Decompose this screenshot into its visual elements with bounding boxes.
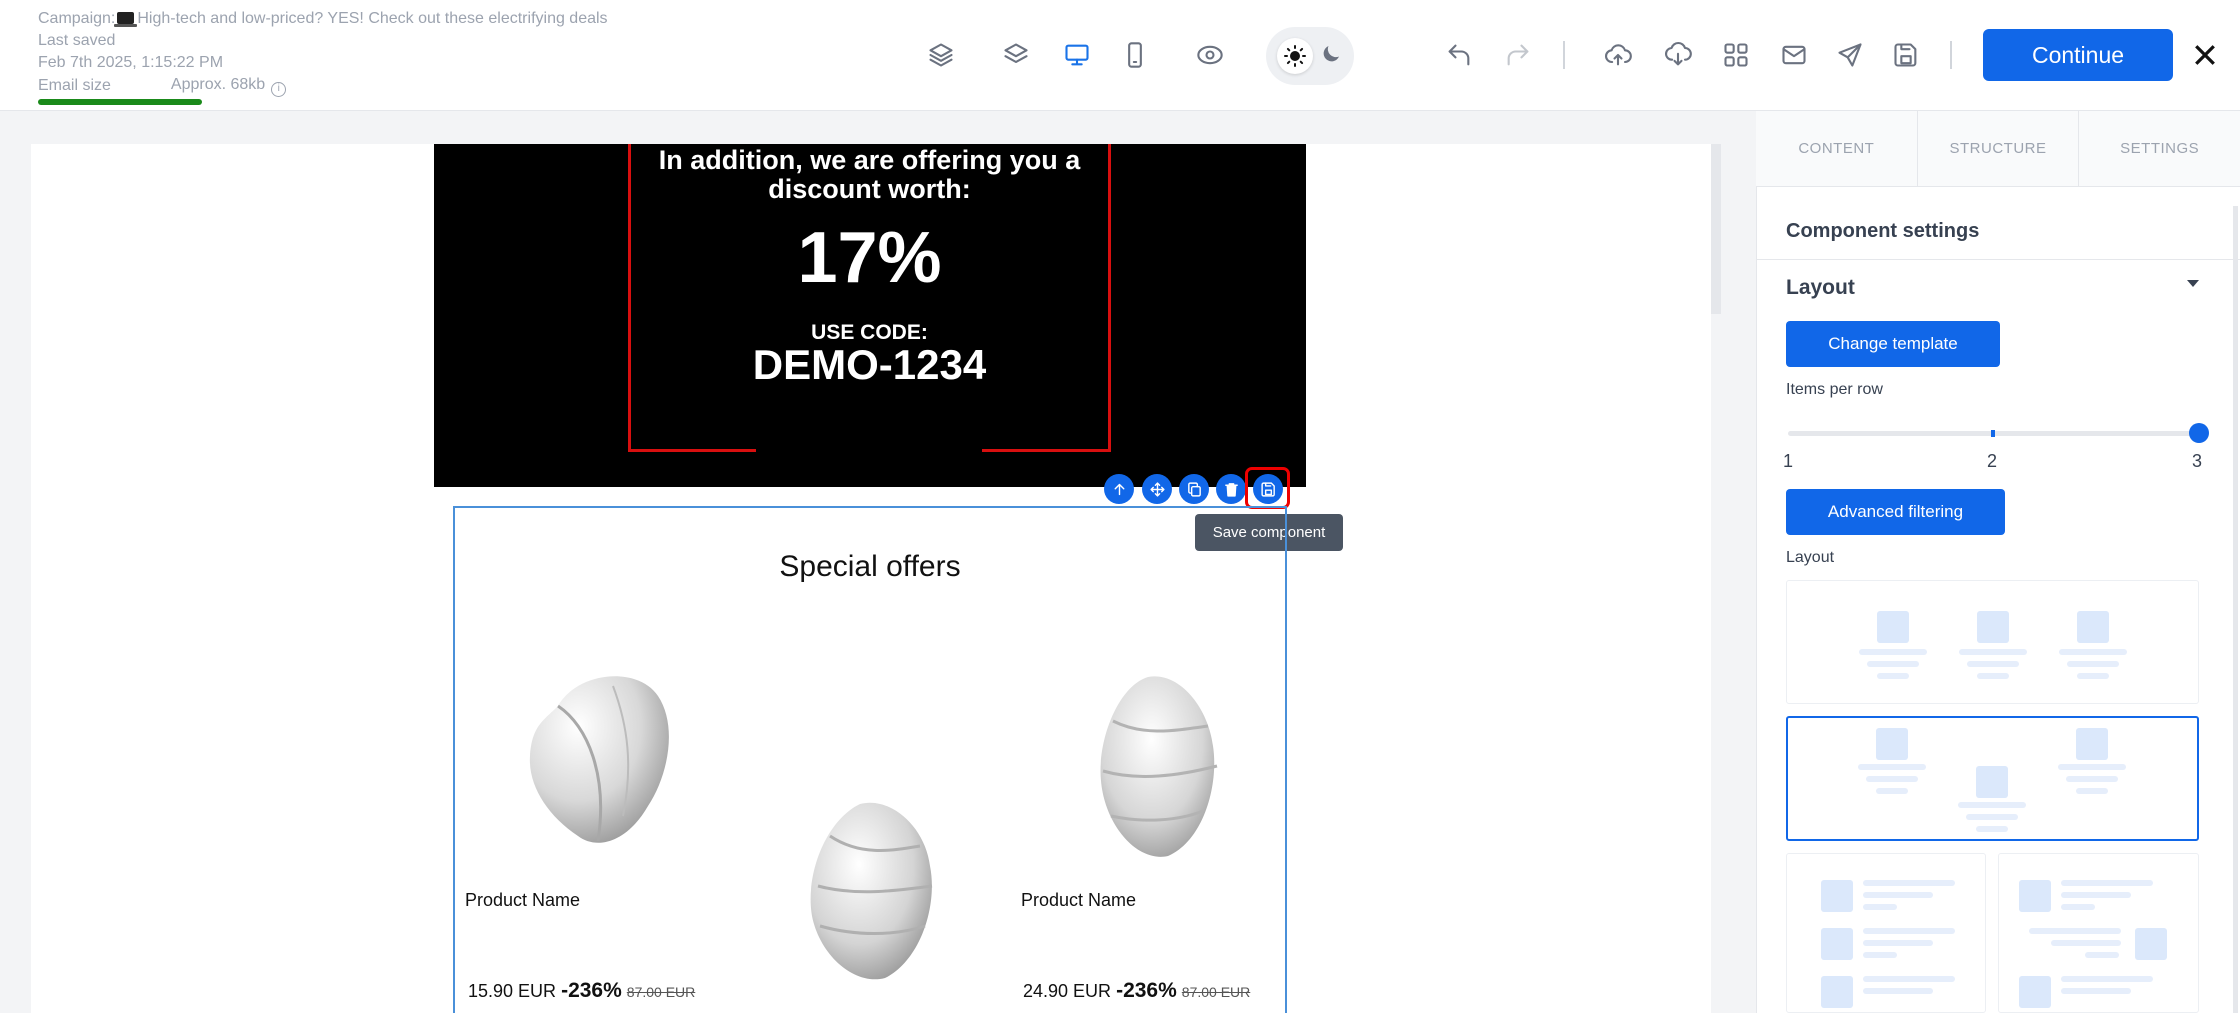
mail-icon[interactable]	[1776, 37, 1812, 73]
red-frame-gap	[756, 446, 982, 456]
grid-icon[interactable]	[1718, 37, 1754, 73]
email-size-value: Approx. 68kb	[170, 76, 266, 93]
panel-tabs: CONTENT STRUCTURE SETTINGS	[1756, 111, 2240, 187]
panel-divider	[1756, 259, 2240, 260]
slider-tick-label: 3	[2192, 451, 2203, 471]
info-icon[interactable]: i	[271, 82, 287, 97]
discount-percent: 17%	[797, 218, 942, 298]
toolbar-divider	[1563, 41, 1565, 69]
download-icon[interactable]	[1660, 37, 1696, 73]
discount-code: DEMO-1234	[752, 341, 987, 388]
layout-label: Layout	[1786, 549, 1835, 566]
tab-structure[interactable]: STRUCTURE	[1918, 111, 2080, 186]
last-saved-time: Feb 7th 2025, 1:15:22 PM	[38, 54, 224, 71]
panel-scrollbar[interactable]	[2233, 206, 2238, 1013]
special-offers-title: Special offers	[779, 550, 961, 583]
layout-option-zigzag[interactable]	[1786, 716, 2199, 841]
continue-button[interactable]: Continue	[1983, 29, 2173, 81]
sun-icon[interactable]	[1277, 38, 1313, 74]
canvas-scrollbar[interactable]	[1711, 144, 1721, 314]
product-image-2[interactable]	[800, 796, 942, 984]
tab-settings[interactable]: SETTINGS	[2079, 111, 2240, 186]
old-price: 87.00 EUR	[1181, 984, 1251, 1000]
mobile-icon[interactable]	[1117, 37, 1153, 73]
delete-button[interactable]	[1216, 474, 1246, 504]
tab-content[interactable]: CONTENT	[1756, 111, 1918, 186]
change-template-button[interactable]: Change template	[1786, 321, 2000, 367]
email-size-row: Email size Approx. 68kb i	[38, 74, 608, 97]
slider-tick-mark	[1991, 430, 1995, 437]
product-name: Product Name	[465, 890, 581, 910]
undo-icon[interactable]	[1441, 37, 1477, 73]
product-image-1[interactable]	[518, 666, 680, 858]
last-saved-label: Last saved	[38, 32, 116, 49]
price: 15.90 EUR	[468, 981, 557, 1001]
product-price-1: 15.90 EUR -236% 87.00 EUR	[468, 979, 695, 1003]
layout-option-list-left[interactable]	[1786, 853, 1986, 1013]
theme-toggle[interactable]	[1266, 27, 1354, 85]
duplicate-button[interactable]	[1179, 474, 1209, 504]
slider-tick-label: 2	[1987, 451, 1998, 471]
chevron-down-icon[interactable]	[2187, 280, 2199, 287]
product-image-3[interactable]	[1093, 671, 1223, 861]
close-icon[interactable]	[2190, 40, 2220, 70]
layout-section-heading[interactable]: Layout	[1786, 276, 1855, 300]
save-component-highlight	[1245, 467, 1290, 509]
laptop-icon	[114, 12, 138, 27]
move-up-button[interactable]	[1104, 474, 1134, 504]
eye-icon[interactable]	[1192, 37, 1228, 73]
discount: -236%	[1116, 979, 1177, 1002]
moon-icon[interactable]	[1319, 42, 1343, 71]
email-size-label: Email size	[38, 76, 111, 94]
layout-option-list-alternating[interactable]	[1998, 853, 2199, 1013]
product-price-3: 24.90 EUR -236% 87.00 EUR	[1023, 979, 1250, 1003]
campaign-line: Campaign: High-tech and low-priced? YES! …	[38, 8, 608, 30]
upload-icon[interactable]	[1600, 37, 1636, 73]
desktop-icon[interactable]	[1059, 37, 1095, 73]
toolbar-divider	[1950, 41, 1952, 69]
campaign-meta: Campaign: High-tech and low-priced? YES! …	[38, 8, 608, 97]
redo-icon[interactable]	[1500, 37, 1536, 73]
slider-tick-label: 1	[1783, 451, 1794, 471]
layers-outline-icon[interactable]	[923, 37, 959, 73]
send-icon[interactable]	[1832, 37, 1868, 73]
discount: -236%	[561, 979, 622, 1002]
slider-handle[interactable]	[2189, 423, 2209, 443]
product-name: Product Name	[1021, 890, 1137, 910]
price: 24.90 EUR	[1023, 981, 1112, 1001]
email-size-bar	[38, 99, 202, 105]
old-price: 87.00 EUR	[626, 984, 696, 1000]
component-settings-heading: Component settings	[1786, 220, 1980, 242]
save-icon[interactable]	[1888, 37, 1924, 73]
items-per-row-label: Items per row	[1786, 381, 1883, 398]
discount-intro-text: In addition, we are offering you a disco…	[658, 145, 1081, 204]
drag-move-button[interactable]	[1142, 474, 1172, 504]
campaign-prefix: Campaign:	[38, 10, 116, 27]
layers-icon[interactable]	[998, 37, 1034, 73]
advanced-filtering-button[interactable]: Advanced filtering	[1786, 489, 2005, 535]
campaign-title: High-tech and low-priced? YES! Check out…	[137, 10, 608, 27]
layout-option-grid[interactable]	[1786, 580, 2199, 704]
